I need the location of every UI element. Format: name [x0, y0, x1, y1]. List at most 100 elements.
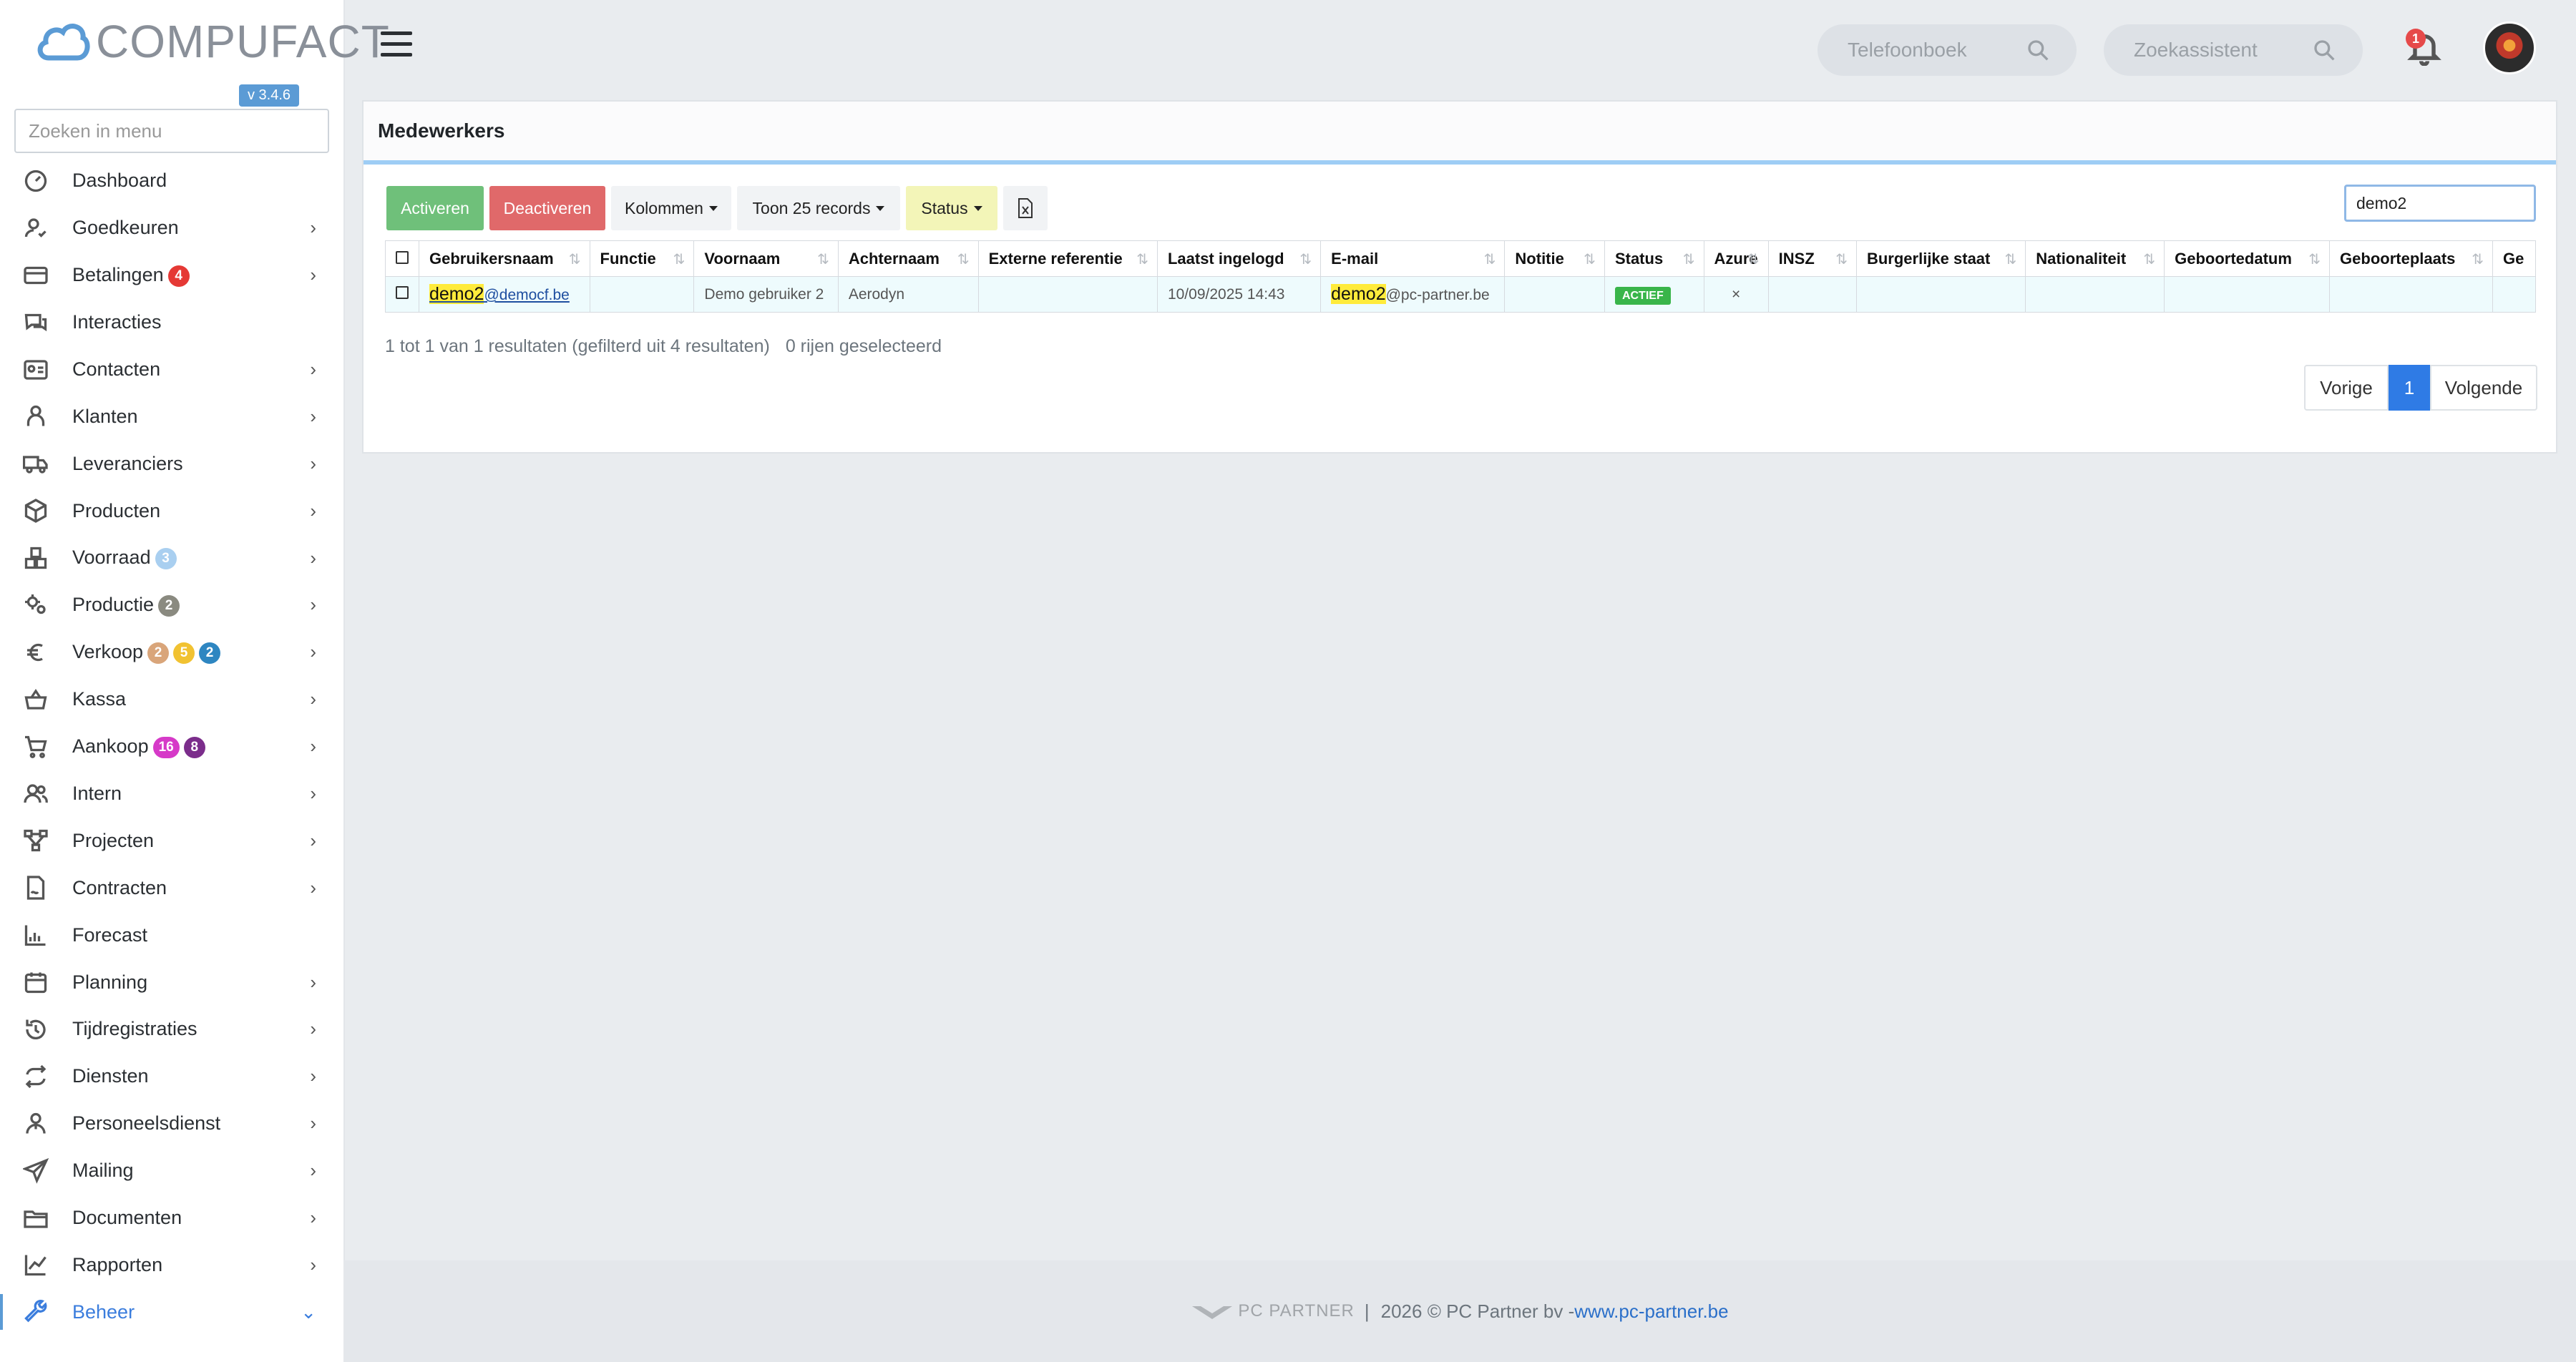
previous-page-button[interactable]: Vorige [2304, 365, 2389, 411]
column-header[interactable]: INSZ ⇅ [1767, 240, 1857, 277]
users-icon [21, 780, 50, 808]
export-excel-button[interactable] [1003, 186, 1048, 230]
table-row[interactable]: demo2@democf.be Demo gebruiker 2 Aerodyn… [385, 276, 2536, 313]
sort-icon[interactable]: ⇅ [2143, 250, 2155, 268]
column-header[interactable]: Voornaam ⇅ [693, 240, 839, 277]
sidebar-item-contracten[interactable]: Contracten › [0, 864, 343, 911]
sidebar-item-label: Personeelsdienst [72, 1112, 220, 1135]
sidebar-item-betalingen[interactable]: Betalingen 4 › [0, 252, 343, 299]
column-header[interactable]: Geboorteplaats ⇅ [2329, 240, 2494, 277]
sidebar-menu: Dashboard Goedkeuren › Betalingen 4 › Interact… [0, 157, 343, 1336]
username-link[interactable]: demo2@democf.be [429, 284, 570, 304]
column-header[interactable]: Status ⇅ [1604, 240, 1704, 277]
sidebar-item-intern[interactable]: Intern › [0, 770, 343, 818]
sidebar-item-interacties[interactable]: Interacties [0, 299, 343, 346]
caret-down-icon [708, 205, 718, 211]
sidebar-item-contacten[interactable]: Contacten › [0, 346, 343, 393]
status-filter-dropdown[interactable]: Status [906, 186, 997, 230]
sidebar-item-tijdregistraties[interactable]: Tijdregistraties › [0, 1006, 343, 1053]
menu-search-input[interactable] [14, 109, 329, 153]
sidebar-item-personeelsdienst[interactable]: Personeelsdienst › [0, 1100, 343, 1147]
sidebar-item-aankoop[interactable]: Aankoop 16 8 › [0, 723, 343, 770]
records-per-page-dropdown[interactable]: Toon 25 records [737, 186, 900, 230]
column-header[interactable]: Ge [2492, 240, 2536, 277]
avatar[interactable] [2483, 21, 2536, 74]
sidebar-item-producten[interactable]: Producten › [0, 487, 343, 534]
footer-link[interactable]: www.pc-partner.be [1574, 1300, 1728, 1323]
phonebook-search [1818, 24, 2077, 76]
status-filter-label: Status [921, 198, 968, 217]
table-search-input[interactable] [2344, 185, 2536, 222]
wrench-icon [21, 1298, 50, 1326]
deactivate-button[interactable]: Deactiveren [489, 186, 605, 230]
cloud-logo-icon [37, 24, 90, 61]
search-icon[interactable] [2026, 39, 2049, 62]
sidebar-item-verkoop[interactable]: Verkoop 2 5 2 › [0, 629, 343, 676]
cell-geboortedatum [2164, 276, 2331, 313]
cell-status: ACTIEF [1604, 276, 1704, 313]
staff-icon [21, 1109, 50, 1138]
sort-icon[interactable]: ⇅ [1683, 250, 1695, 268]
sidebar-item-projecten[interactable]: Projecten › [0, 817, 343, 864]
column-header[interactable]: Laatst ingelogd ⇅ [1156, 240, 1322, 277]
sort-icon[interactable]: ⇅ [1747, 250, 1760, 268]
column-header[interactable]: E-mail ⇅ [1320, 240, 1506, 277]
sort-icon[interactable]: ⇅ [957, 250, 970, 268]
sidebar-item-beheer[interactable]: Beheer ⌄ [0, 1288, 343, 1336]
hamburger-menu-icon[interactable] [381, 31, 412, 60]
select-all-checkbox[interactable] [385, 240, 419, 277]
sidebar-item-leveranciers[interactable]: Leveranciers › [0, 440, 343, 487]
sidebar-item-klanten[interactable]: Klanten › [0, 393, 343, 440]
sidebar-item-label: Betalingen 4 [72, 264, 190, 287]
activate-button[interactable]: Activeren [386, 186, 484, 230]
sort-icon[interactable]: ⇅ [1299, 250, 1312, 268]
column-header[interactable]: Burgerlijke staat ⇅ [1855, 240, 2026, 277]
column-header[interactable]: Achternaam ⇅ [837, 240, 979, 277]
column-header[interactable]: Gebruikersnaam ⇅ [419, 240, 590, 277]
sidebar-item-mailing[interactable]: Mailing › [0, 1147, 343, 1195]
sidebar-item-goedkeuren[interactable]: Goedkeuren › [0, 205, 343, 252]
sort-icon[interactable]: ⇅ [2472, 250, 2484, 268]
notifications-bell-icon[interactable]: 1 [2406, 29, 2446, 69]
table-header-row: Gebruikersnaam ⇅ Functie ⇅ Voornaam ⇅ Achterna… [385, 240, 2536, 277]
cell-username[interactable]: demo2@democf.be [419, 276, 590, 313]
sidebar-item-label: Projecten [72, 830, 154, 852]
sidebar-item-dashboard[interactable]: Dashboard [0, 157, 343, 205]
page-1-button[interactable]: 1 [2389, 365, 2430, 411]
sort-icon[interactable]: ⇅ [1484, 250, 1496, 268]
sidebar-item-kassa[interactable]: Kassa › [0, 676, 343, 723]
sort-icon[interactable]: ⇅ [1584, 250, 1596, 268]
sort-icon[interactable]: ⇅ [817, 250, 829, 268]
logo[interactable]: COMPUFACT [34, 13, 390, 70]
sidebar-item-productie[interactable]: Productie 2 › [0, 582, 343, 629]
assistant-search-input[interactable] [2132, 38, 2321, 62]
sidebar-item-rapporten[interactable]: Rapporten › [0, 1241, 343, 1288]
column-header[interactable]: Functie ⇅ [589, 240, 695, 277]
next-page-button[interactable]: Volgende [2430, 365, 2537, 411]
sidebar-item-diensten[interactable]: Diensten › [0, 1053, 343, 1100]
sort-icon[interactable]: ⇅ [1835, 250, 1848, 268]
sort-icon[interactable]: ⇅ [1136, 250, 1148, 268]
sidebar-item-planning[interactable]: Planning › [0, 959, 343, 1006]
sidebar-item-voorraad[interactable]: Voorraad 3 › [0, 534, 343, 582]
pagination: Vorige 1 Volgende [2304, 365, 2537, 411]
column-header[interactable]: Geboortedatum ⇅ [2164, 240, 2331, 277]
sidebar-item-forecast[interactable]: Forecast [0, 911, 343, 959]
search-icon[interactable] [2313, 39, 2336, 62]
sort-icon[interactable]: ⇅ [569, 250, 581, 268]
column-header[interactable]: Nationaliteit ⇅ [2025, 240, 2165, 277]
sidebar-item-label: Mailing [72, 1160, 134, 1182]
phonebook-search-input[interactable] [1846, 38, 2035, 62]
sidebar-item-label: Contracten [72, 877, 167, 899]
column-header[interactable]: Notitie ⇅ [1504, 240, 1605, 277]
sort-icon[interactable]: ⇅ [2308, 250, 2321, 268]
column-header[interactable]: Azure ⇅ [1703, 240, 1769, 277]
column-header[interactable]: Externe referentie ⇅ [977, 240, 1158, 277]
columns-dropdown[interactable]: Kolommen [611, 186, 731, 230]
sort-icon[interactable]: ⇅ [2004, 250, 2016, 268]
sidebar-item-label: Interacties [72, 311, 162, 333]
sidebar-item-documenten[interactable]: Documenten › [0, 1195, 343, 1242]
assistant-search [2104, 24, 2363, 76]
row-checkbox[interactable] [385, 276, 419, 313]
sort-icon[interactable]: ⇅ [673, 250, 686, 268]
